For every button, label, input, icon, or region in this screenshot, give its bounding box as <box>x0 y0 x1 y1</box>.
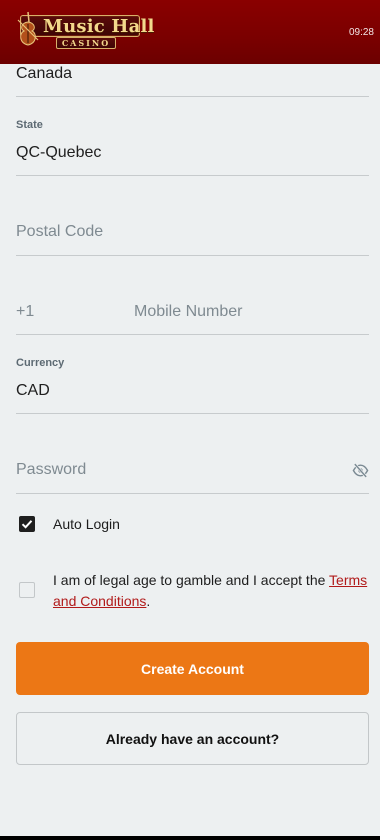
state-label: State <box>16 119 43 131</box>
eye-hidden-icon[interactable] <box>352 462 369 479</box>
terms-intro: I am of legal age to gamble and I accept… <box>53 572 330 588</box>
logo-sub-banner: CASINO <box>56 37 116 49</box>
postal-code-placeholder: Postal Code <box>16 223 104 240</box>
bottom-edge <box>0 836 380 840</box>
password-placeholder: Password <box>16 461 87 478</box>
music-hall-casino-logo[interactable]: Music Hall CASINO <box>14 10 155 54</box>
currency-label: Currency <box>16 357 65 369</box>
violin-icon <box>17 11 39 46</box>
currency-value: CAD <box>16 382 50 399</box>
state-field[interactable]: State QC-Quebec <box>16 112 369 176</box>
country-value: Canada <box>16 65 73 82</box>
mobile-number-placeholder: Mobile Number <box>134 303 243 320</box>
terms-link-line1[interactable]: Terms <box>329 572 367 588</box>
terms-suffix: . <box>146 593 151 609</box>
postal-code-input[interactable]: Postal Code <box>16 192 369 256</box>
country-field[interactable]: Canada <box>16 64 369 97</box>
state-value: QC-Quebec <box>16 144 102 161</box>
password-input[interactable]: Password <box>16 430 369 494</box>
create-account-button[interactable]: Create Account <box>16 642 369 695</box>
logo-text: Music Hall <box>43 16 155 37</box>
checkmark-icon <box>21 520 33 529</box>
terms-link-line2[interactable]: and Conditions <box>53 593 146 609</box>
currency-field[interactable]: Currency CAD <box>16 350 369 414</box>
phone-prefix: +1 <box>16 303 35 320</box>
already-have-account-button[interactable]: Already have an account? <box>16 712 369 765</box>
status-time: 09:28 <box>348 27 374 38</box>
mobile-number-field[interactable]: +1 Mobile Number <box>16 272 369 335</box>
app-header: Music Hall CASINO 09:28 <box>0 0 380 64</box>
logo-subtext: CASINO <box>61 38 111 48</box>
terms-text: I am of legal age to gamble and I accept… <box>53 570 373 612</box>
terms-checkbox[interactable] <box>19 582 35 598</box>
auto-login-checkbox[interactable] <box>19 516 35 532</box>
auto-login-label: Auto Login <box>53 516 120 532</box>
